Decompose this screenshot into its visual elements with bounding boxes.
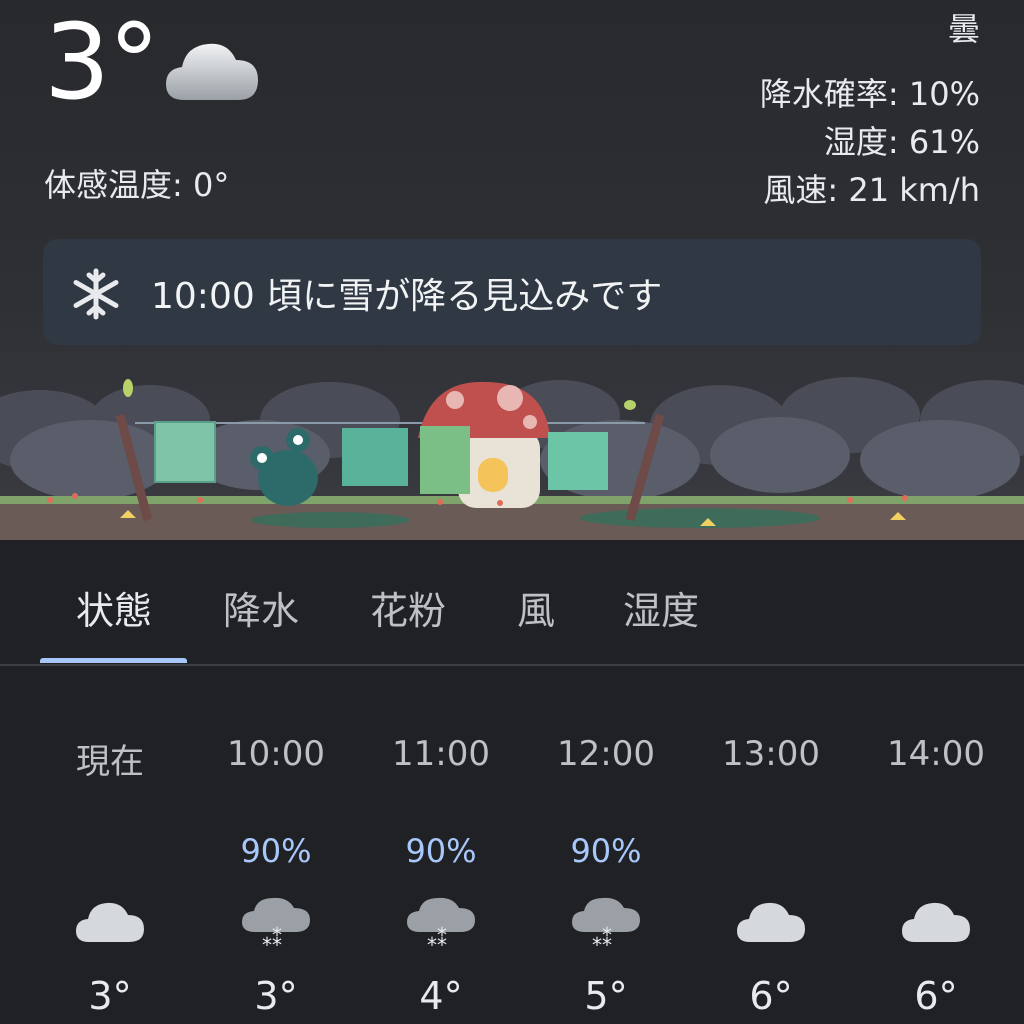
hour-time: 10:00: [227, 734, 325, 774]
hourly-forecast[interactable]: 現在 3° 10:00 90% ** * 3° 11:00 90% ** * 4…: [0, 666, 1024, 1024]
hour-time: 12:00: [557, 734, 655, 774]
hourly-item[interactable]: 14:00 6°: [856, 666, 1016, 1024]
precip-probability: 90%: [570, 832, 642, 870]
hourly-item[interactable]: 11:00 90% ** * 4°: [361, 666, 521, 1024]
hour-temperature: 6°: [914, 974, 958, 1018]
hour-time: 14:00: [887, 734, 985, 774]
precip-probability: 90%: [240, 832, 312, 870]
active-tab-indicator: [40, 658, 187, 663]
cloud-icon: [737, 902, 805, 942]
hourly-item[interactable]: 現在 3°: [30, 666, 190, 1024]
tab-wind[interactable]: 風: [517, 580, 555, 635]
snowflake-icon: [73, 268, 119, 320]
hour-temperature: 6°: [749, 974, 793, 1018]
cloud-icon: [76, 902, 144, 942]
tab-precipitation[interactable]: 降水: [223, 580, 299, 635]
illustration-scene: [0, 377, 1024, 540]
hour-temperature: 3°: [88, 974, 132, 1018]
condition-text: 曇: [947, 10, 980, 48]
hourly-item[interactable]: 13:00 6°: [691, 666, 851, 1024]
tab-status[interactable]: 状態: [76, 580, 152, 635]
feels-like-text: 体感温度: 0°: [44, 166, 230, 204]
hour-temperature: 3°: [254, 974, 298, 1018]
precip-chance-text: 降水確率: 10%: [759, 75, 980, 113]
hour-time: 11:00: [392, 734, 490, 774]
svg-text:*: *: [272, 923, 282, 947]
current-temperature: 3°: [44, 1, 160, 123]
cloud-icon: [902, 902, 970, 942]
svg-text:*: *: [602, 923, 612, 947]
hour-temperature: 5°: [584, 974, 628, 1018]
alert-text: 10:00 頃に雪が降る見込みです: [151, 276, 663, 317]
tab-pollen[interactable]: 花粉: [370, 580, 446, 635]
detail-tabs: 状態 降水 花粉 風 湿度: [0, 540, 1024, 666]
cloud-snow-icon: ** *: [407, 897, 475, 956]
hour-time: 13:00: [722, 734, 820, 774]
hourly-item[interactable]: 12:00 90% ** * 5°: [526, 666, 686, 1024]
precip-probability: 90%: [405, 832, 477, 870]
cloud-icon: [166, 43, 258, 100]
current-weather-panel: 3° 体感温度: 0° 曇 降水確率: 10% 湿度: 61% 風速: 21 k…: [0, 0, 1024, 540]
hour-temperature: 4°: [419, 974, 463, 1018]
weather-stats: 降水確率: 10% 湿度: 61% 風速: 21 km/h: [760, 70, 980, 214]
cloud-snow-icon: ** *: [242, 897, 310, 956]
hour-time: 現在: [76, 742, 144, 782]
cloud-snow-icon: ** *: [572, 897, 640, 956]
wind-text: 風速: 21 km/h: [763, 171, 980, 209]
tab-humidity[interactable]: 湿度: [623, 580, 699, 635]
hourly-item[interactable]: 10:00 90% ** * 3°: [196, 666, 356, 1024]
humidity-text: 湿度: 61%: [823, 123, 980, 161]
snow-alert-card[interactable]: 10:00 頃に雪が降る見込みです: [43, 239, 981, 345]
svg-text:*: *: [437, 923, 447, 947]
